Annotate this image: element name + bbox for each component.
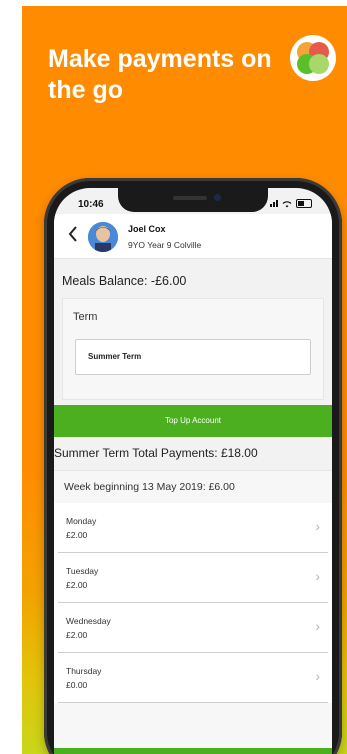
list-item[interactable]: Monday £2.00 › (58, 503, 328, 553)
day-name: Monday (66, 516, 97, 526)
top-up-button[interactable]: Top Up Account (54, 405, 332, 437)
student-info: 9YO Year 9 Colville (128, 240, 202, 250)
day-amount: £2.00 (66, 530, 88, 540)
student-name: Joel Cox (128, 224, 166, 234)
week-card: Week beginning 13 May 2019: £6.00 Monday… (54, 470, 332, 748)
list-item[interactable]: Thursday £0.00 › (58, 653, 328, 703)
cellular-signal-icon (270, 200, 278, 207)
day-name: Thursday (66, 666, 102, 676)
day-amount: £2.00 (66, 630, 88, 640)
day-amount: £0.00 (66, 680, 88, 690)
status-time: 10:46 (78, 199, 104, 210)
battery-icon (296, 199, 312, 208)
list-item[interactable]: Wednesday £2.00 › (58, 603, 328, 653)
main-content: Meals Balance: -£6.00 Term Summer Term T… (54, 258, 332, 748)
tab-bar (54, 748, 332, 754)
app-logo-icon (290, 35, 336, 81)
chevron-right-icon: › (315, 518, 320, 534)
day-amount: £2.00 (66, 580, 88, 590)
day-name: Tuesday (66, 566, 99, 576)
student-avatar (88, 222, 118, 252)
chevron-right-icon: › (315, 568, 320, 584)
back-button[interactable] (68, 226, 78, 246)
term-card: Term Summer Term (62, 298, 324, 400)
meals-balance: Meals Balance: -£6.00 (62, 274, 187, 288)
day-list: Monday £2.00 › Tuesday £2.00 › Wednesday… (54, 503, 332, 703)
day-name: Wednesday (66, 616, 111, 626)
phone-screen: 10:46 Joel Cox 9YO Year 9 Colville Meals… (54, 188, 332, 754)
week-title: Week beginning 13 May 2019: £6.00 (64, 481, 235, 493)
term-selected-value: Summer Term (88, 352, 142, 361)
headline: Make payments on the go (48, 45, 272, 104)
student-header: Joel Cox 9YO Year 9 Colville (54, 214, 332, 259)
promo-poster: Make payments on the go 10:46 Joel Cox 9… (22, 6, 347, 754)
term-select[interactable]: Summer Term (75, 339, 311, 375)
chevron-left-icon (68, 226, 77, 242)
phone-notch (118, 188, 268, 212)
phone-frame: 10:46 Joel Cox 9YO Year 9 Colville Meals… (44, 178, 342, 754)
chevron-right-icon: › (315, 618, 320, 634)
term-total-payments: Summer Term Total Payments: £18.00 (54, 446, 258, 460)
wifi-icon (282, 200, 292, 207)
term-label: Term (73, 311, 98, 323)
list-item[interactable]: Tuesday £2.00 › (58, 553, 328, 603)
chevron-right-icon: › (315, 668, 320, 684)
